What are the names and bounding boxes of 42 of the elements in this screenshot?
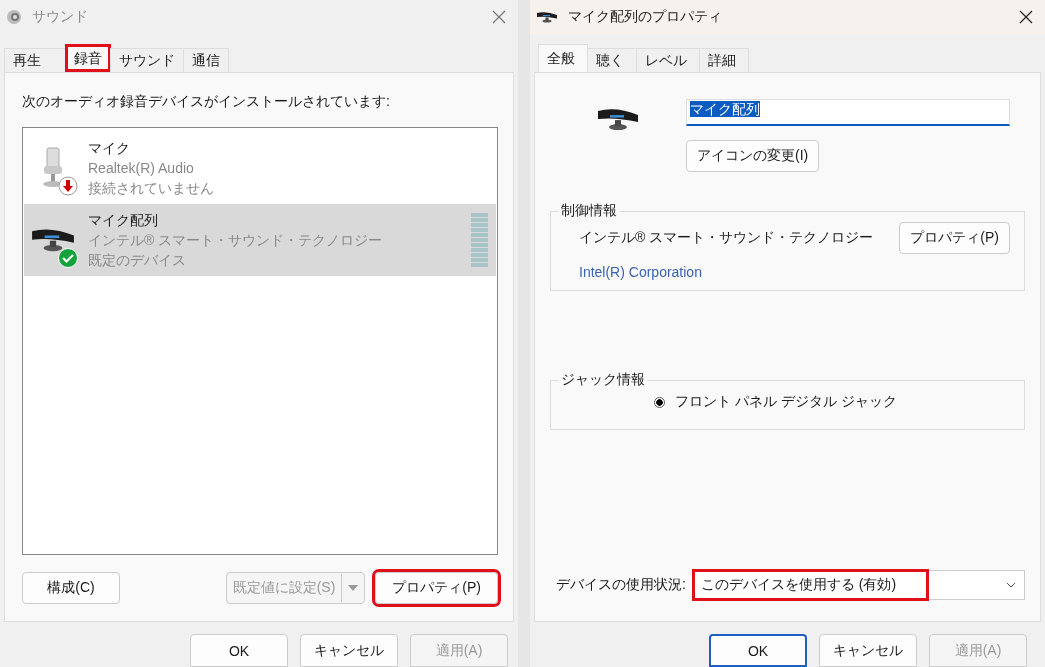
- device-name: マイク: [88, 139, 131, 158]
- dropdown-value: このデバイスを使用する (有効): [694, 572, 927, 598]
- instruction-text: 次のオーディオ録音デバイスがインストールされています:: [22, 93, 391, 111]
- tab[interactable]: サウンド: [110, 48, 184, 72]
- dialog-button[interactable]: OK: [709, 634, 807, 667]
- tab[interactable]: 再生: [4, 48, 66, 72]
- controller-name: インテル® スマート・サウンド・テクノロジー: [579, 229, 874, 247]
- close-icon[interactable]: [1019, 10, 1033, 24]
- tab[interactable]: 録音: [65, 44, 111, 72]
- group-legend: ジャック情報: [559, 371, 647, 389]
- speaker-icon: [6, 9, 22, 25]
- window-title: サウンド: [32, 8, 89, 26]
- device-item[interactable]: マイク配列 インテル® スマート・サウンド・テクノロジー 既定のデバイス: [24, 204, 496, 276]
- dialog-button[interactable]: プロパティ(P): [375, 572, 498, 604]
- microphone-array-icon: [30, 227, 76, 253]
- device-status: 既定のデバイス: [88, 251, 187, 270]
- name-field[interactable]: マイク配列: [686, 99, 1010, 126]
- device-driver: Realtek(R) Audio: [88, 159, 195, 178]
- tab[interactable]: 詳細: [699, 48, 749, 72]
- usage-label: デバイスの使用状況:: [556, 576, 686, 594]
- properties-button[interactable]: プロパティ(P): [899, 222, 1010, 254]
- jack-label: フロント パネル デジタル ジャック: [675, 393, 897, 411]
- group-legend: 制御情報: [559, 202, 619, 220]
- device-item[interactable]: マイク Realtek(R) Audio 接続されていません: [24, 132, 496, 204]
- change-icon-button[interactable]: アイコンの変更(I): [686, 140, 820, 172]
- microphone-array-icon: [536, 10, 558, 24]
- level-meter-icon: [471, 213, 488, 267]
- window-title: マイク配列のプロパティ: [568, 8, 723, 26]
- chevron-down-icon: [1006, 582, 1016, 588]
- radio-button[interactable]: [654, 396, 665, 408]
- usage-dropdown[interactable]: このデバイスを使用する (有効): [693, 570, 1025, 600]
- microphone-array-icon: [596, 107, 640, 132]
- dialog-button[interactable]: キャンセル: [300, 634, 398, 667]
- tab[interactable]: 通信: [183, 48, 229, 72]
- device-name: マイク配列: [88, 211, 159, 230]
- device-status: 接続されていません: [88, 179, 215, 198]
- dialog-button[interactable]: キャンセル: [819, 634, 917, 667]
- dialog-button[interactable]: OK: [190, 634, 288, 667]
- tab[interactable]: 全般: [538, 44, 588, 72]
- device-driver: インテル® スマート・サウンド・テクノロジー: [88, 231, 384, 250]
- vendor-name: Intel(R) Corporation: [579, 264, 703, 280]
- dialog-button[interactable]: 構成(C): [22, 572, 120, 604]
